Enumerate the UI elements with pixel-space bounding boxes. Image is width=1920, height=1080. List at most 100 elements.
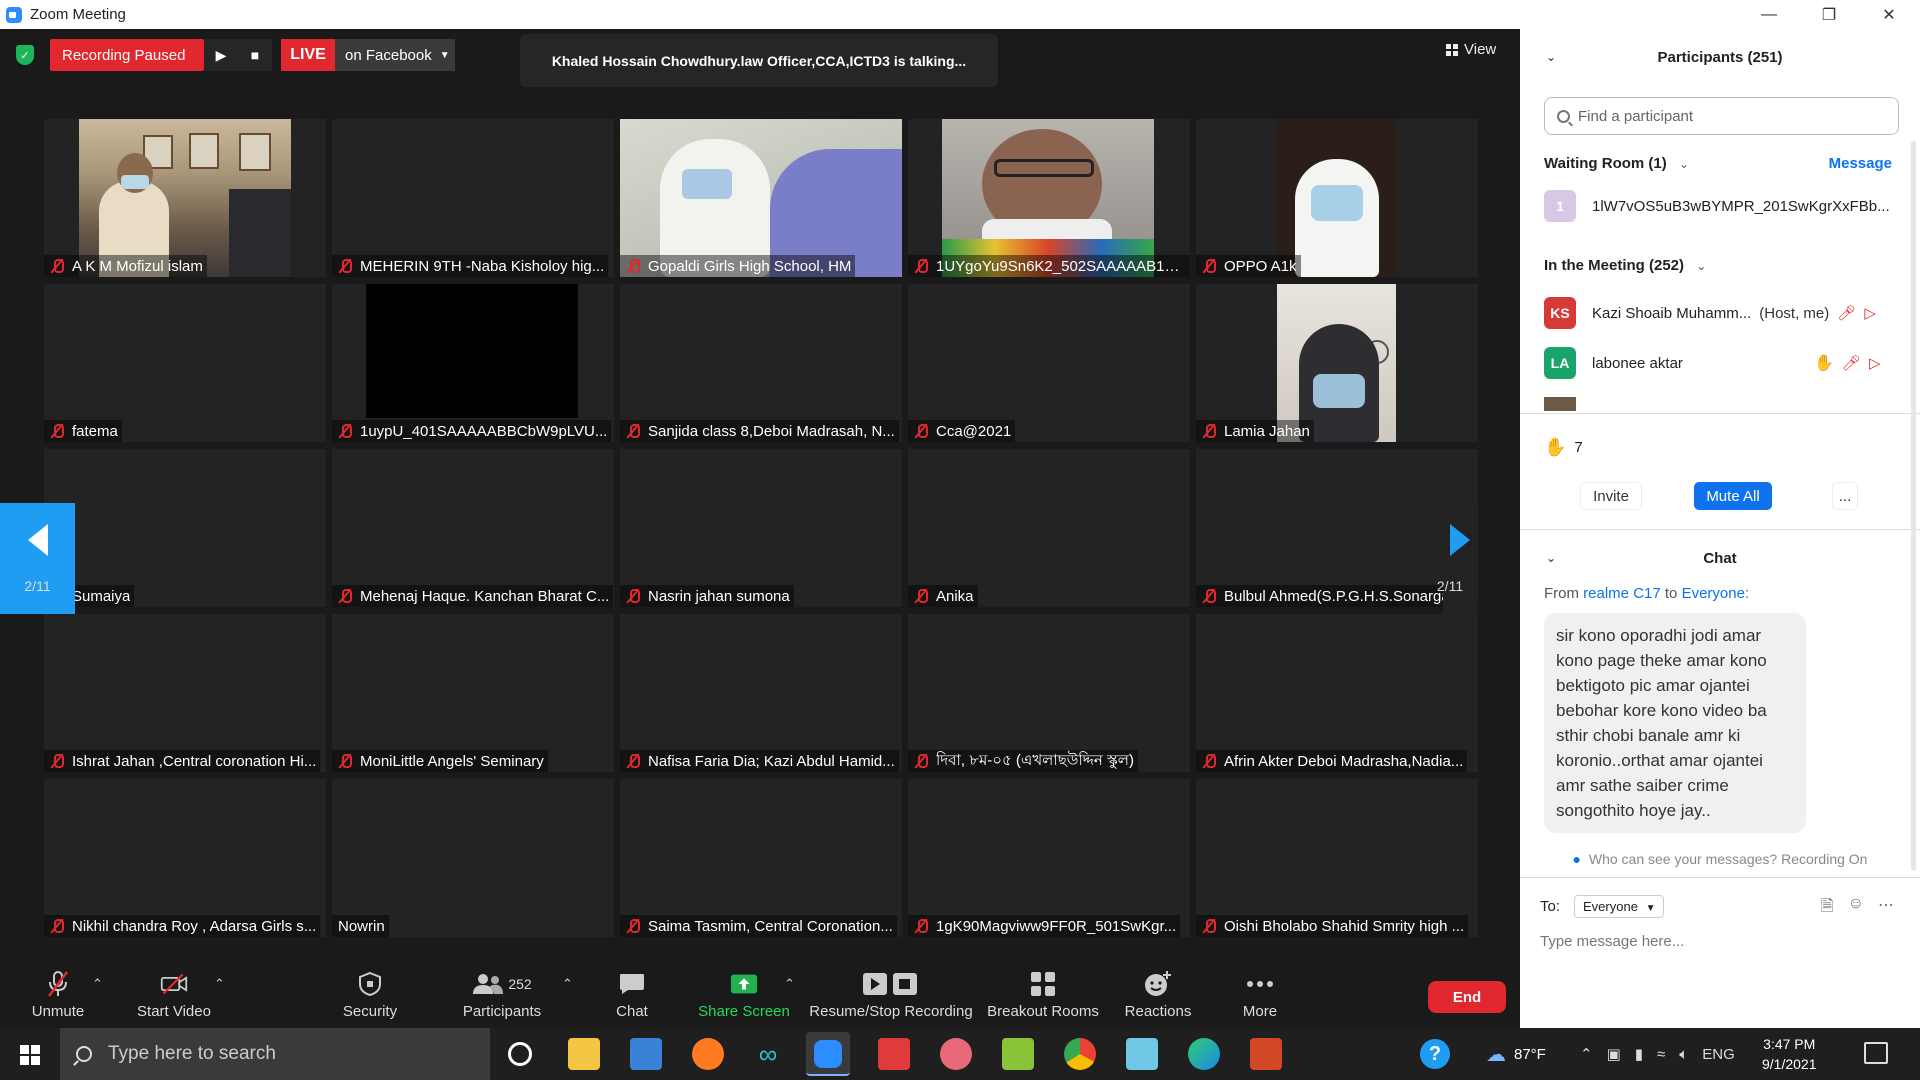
chrome-icon[interactable] — [1064, 1038, 1096, 1070]
share-options-caret-icon[interactable]: ⌃ — [784, 976, 795, 992]
participant-row-host[interactable]: KS Kazi Shoaib Muhamm... (Host, me) 🎤︎ ▷ — [1544, 297, 1899, 329]
help-icon[interactable]: ? — [1420, 1039, 1450, 1069]
video-options-caret-icon[interactable]: ⌃ — [214, 976, 225, 992]
message-waiting-room-link[interactable]: Message — [1829, 155, 1892, 172]
in-meeting-section[interactable]: In the Meeting (252) ⌄ — [1544, 257, 1706, 274]
participant-row-partial[interactable] — [1544, 397, 1899, 411]
paint-icon[interactable] — [940, 1038, 972, 1070]
chat-visibility-note[interactable]: ● Who can see your messages? Recording O… — [1520, 851, 1920, 867]
chat-recipient[interactable]: Everyone: — [1682, 585, 1750, 602]
video-tile[interactable]: 1gK90Magviww9FF0R_501SwKgr... — [908, 779, 1190, 937]
store-icon[interactable] — [630, 1038, 662, 1070]
previous-page-button[interactable]: 2/11 — [0, 503, 75, 614]
edge-icon[interactable] — [1188, 1038, 1220, 1070]
video-tile[interactable]: Sumaiya — [44, 449, 326, 607]
view-button[interactable]: View — [1446, 41, 1496, 58]
taskbar-search-input[interactable]: Type here to search — [60, 1028, 490, 1080]
chat-button[interactable]: Chat — [612, 958, 652, 1028]
powerpoint-icon[interactable] — [1250, 1038, 1282, 1070]
video-off-icon[interactable]: ▷ — [1869, 354, 1881, 372]
video-tile[interactable]: Afrin Akter Deboi Madrasha,Nadia... — [1196, 614, 1478, 772]
encryption-shield-icon[interactable]: ✓ — [16, 45, 34, 65]
emoji-icon[interactable]: ☺ — [1848, 895, 1864, 922]
video-tile[interactable]: OPPO A1k — [1196, 119, 1478, 277]
taskbar-clock[interactable]: 3:47 PM 9/1/2021 — [1762, 1034, 1817, 1074]
file-explorer-icon[interactable] — [568, 1038, 600, 1070]
muted-mic-icon[interactable]: 🎤︎ — [1837, 304, 1856, 322]
video-off-icon[interactable]: ▷ — [1864, 304, 1876, 322]
restore-icon[interactable]: ❐ — [1800, 0, 1858, 29]
security-button[interactable]: Security — [340, 958, 400, 1028]
breakout-rooms-button[interactable]: Breakout Rooms — [986, 958, 1100, 1028]
cortana-icon[interactable] — [508, 1042, 532, 1066]
video-tile[interactable]: 1uypU_401SAAAAABBCbW9pLVU... — [332, 284, 614, 442]
end-meeting-button[interactable]: End — [1428, 981, 1506, 1013]
video-tile[interactable]: Ishrat Jahan ,Central coronation Hi... — [44, 614, 326, 772]
video-tile[interactable]: MoniLittle Angels' Seminary — [332, 614, 614, 772]
panel-scrollbar[interactable] — [1911, 141, 1916, 871]
reactions-button[interactable]: Reactions — [1124, 958, 1192, 1028]
video-tile[interactable]: A K M Mofizul islam — [44, 119, 326, 277]
notifications-icon[interactable] — [1864, 1042, 1888, 1064]
video-tile[interactable]: Bulbul Ahmed(S.P.G.H.S.Sonargao... — [1196, 449, 1478, 607]
chevron-up-icon[interactable]: ⌃ — [1580, 1045, 1593, 1063]
volume-icon[interactable]: 🔈︎ — [1679, 1046, 1688, 1063]
mute-all-button[interactable]: Mute All — [1694, 482, 1772, 510]
waiting-room-section[interactable]: Waiting Room (1) ⌄ — [1544, 155, 1689, 172]
zoom-taskbar-button[interactable] — [806, 1032, 850, 1076]
windows-start-icon[interactable] — [20, 1045, 40, 1065]
unmute-button[interactable]: Unmute — [26, 958, 90, 1028]
minimize-icon[interactable]: — — [1740, 0, 1798, 29]
stop-recording-button[interactable]: ■ — [238, 39, 272, 71]
live-destination-dropdown[interactable]: on Facebook ▼ — [335, 39, 455, 71]
recipient-select[interactable]: Everyone ▼ — [1574, 895, 1665, 918]
battery-icon[interactable]: ▮ — [1635, 1045, 1643, 1063]
start-video-button[interactable]: Start Video — [134, 958, 214, 1028]
next-page-button[interactable]: 2/11 — [1437, 503, 1477, 614]
video-tile[interactable]: Gopaldi Girls High School, HM — [620, 119, 902, 277]
waiting-participant-row[interactable]: 1 1lW7vOS5uB3wBYMPR_201SwKgrXxFBb... — [1544, 190, 1899, 222]
chat-message-input[interactable]: Type message here... — [1540, 933, 1684, 950]
more-button[interactable]: More — [1240, 958, 1280, 1028]
video-tile[interactable]: দিবা, ৮ম-০৫ (এখলাছউদ্দিন স্কুল) — [908, 614, 1190, 772]
muted-mic-icon[interactable]: 🎤︎ — [1842, 354, 1861, 372]
video-tile[interactable]: fatema — [44, 284, 326, 442]
infinity-app-icon[interactable]: ∞ — [752, 1038, 784, 1070]
video-tile[interactable]: Saima Tasmim, Central Coronation... — [620, 779, 902, 937]
file-icon[interactable]: 🗎︎ — [1821, 895, 1834, 922]
chat-sender[interactable]: realme C17 — [1583, 585, 1661, 602]
collapse-chat-chevron-icon[interactable]: ⌄ — [1546, 551, 1556, 565]
video-tile[interactable]: Cca@2021 — [908, 284, 1190, 442]
close-icon[interactable]: ✕ — [1860, 0, 1918, 29]
more-dots-icon[interactable]: ⋯ — [1878, 895, 1894, 922]
video-tile[interactable]: Sanjida class 8,Deboi Madrasah, N... — [620, 284, 902, 442]
anydesk-icon[interactable] — [878, 1038, 910, 1070]
video-tile[interactable]: Nafisa Faria Dia; Kazi Abdul Hamid... — [620, 614, 902, 772]
network-device-icon[interactable]: ▣ — [1607, 1045, 1621, 1063]
wifi-icon[interactable]: ≈ — [1657, 1046, 1665, 1063]
video-tile[interactable]: Nikhil chandra Roy , Adarsa Girls s... — [44, 779, 326, 937]
audio-options-caret-icon[interactable]: ⌃ — [92, 976, 103, 992]
photo-app-icon[interactable] — [1002, 1038, 1034, 1070]
find-participant-input[interactable]: Find a participant — [1544, 97, 1899, 135]
notepad-icon[interactable] — [1126, 1038, 1158, 1070]
invite-button[interactable]: Invite — [1580, 482, 1642, 510]
weather-widget[interactable]: ☁ 87°F — [1486, 1028, 1546, 1080]
collapse-participants-chevron-icon[interactable]: ⌄ — [1546, 50, 1556, 64]
video-tile[interactable]: Nasrin jahan sumona — [620, 449, 902, 607]
share-screen-button[interactable]: Share Screen — [698, 958, 790, 1028]
video-tile[interactable]: Oishi Bholabo Shahid Smrity high ... — [1196, 779, 1478, 937]
participants-button[interactable]: 252 Participants — [458, 958, 546, 1028]
resume-stop-recording-button[interactable]: Resume/Stop Recording — [808, 958, 974, 1028]
resume-recording-button[interactable]: ▶ — [204, 39, 238, 71]
participants-caret-icon[interactable]: ⌃ — [562, 976, 573, 992]
video-tile[interactable]: 1UYgoYu9Sn6K2_502SAAAAAB1E... — [908, 119, 1190, 277]
firefox-icon[interactable] — [692, 1038, 724, 1070]
video-tile[interactable]: Anika — [908, 449, 1190, 607]
video-tile[interactable]: Lamia Jahan — [1196, 284, 1478, 442]
language-indicator[interactable]: ENG — [1702, 1046, 1735, 1063]
video-tile[interactable]: MEHERIN 9TH -Naba Kisholoy hig... — [332, 119, 614, 277]
participant-row[interactable]: LA labonee aktar ✋ 🎤︎ ▷ — [1544, 347, 1899, 379]
video-tile[interactable]: Nowrin — [332, 779, 614, 937]
more-options-button[interactable]: ... — [1832, 482, 1858, 510]
